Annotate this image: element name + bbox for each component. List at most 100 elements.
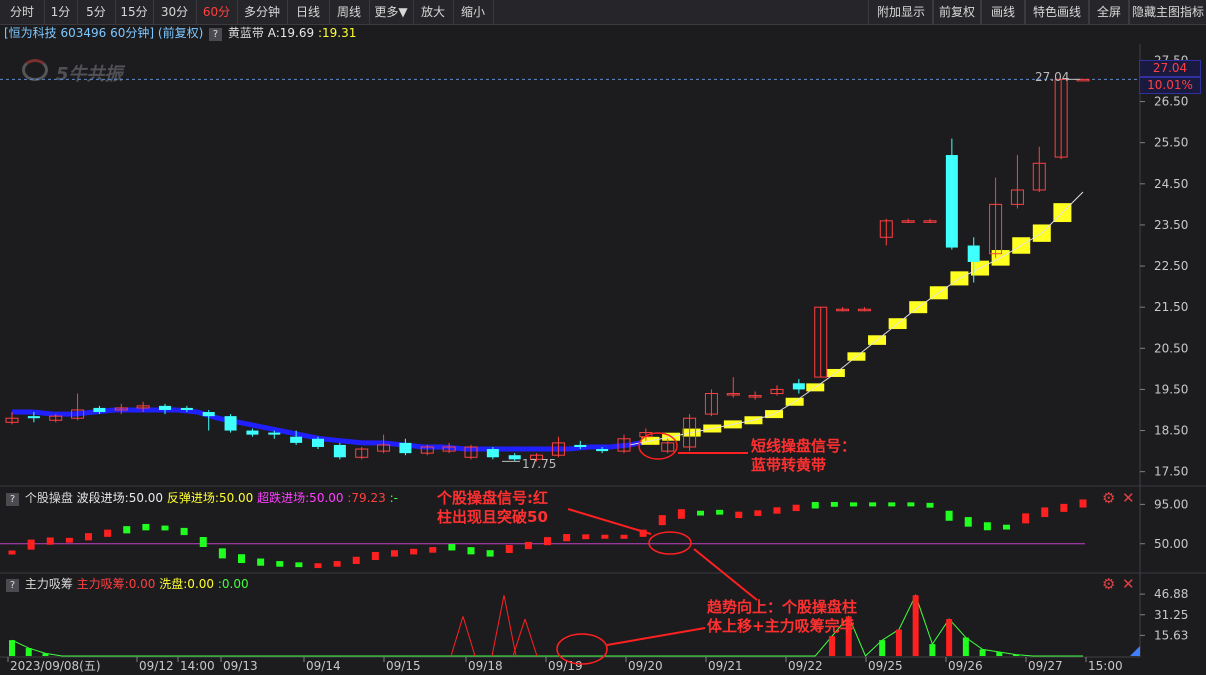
panel2-l3: 超跌进场:50.00 — [257, 491, 344, 505]
panel3-line — [11, 593, 1083, 657]
panel2-l5: :- — [389, 491, 398, 505]
annotation-trend-line1: 趋势向上：个股操盘柱 — [707, 598, 858, 616]
panel3-help-icon[interactable]: ? — [6, 579, 19, 592]
panel2-settings-icon[interactable]: ⚙ — [1102, 489, 1115, 507]
panel3-tick-label: 46.88 — [1154, 587, 1188, 601]
candle-down — [967, 245, 980, 262]
panel2-bar — [869, 502, 877, 507]
candle-down — [159, 405, 171, 410]
panel2-bar — [429, 547, 437, 553]
candle-down — [224, 416, 237, 431]
blue-band-segment — [238, 419, 260, 429]
panel3-settings-icon[interactable]: ⚙ — [1102, 575, 1115, 593]
x-tick-label: 09/19 — [548, 659, 583, 673]
panel2-bar — [773, 507, 781, 514]
panel3-spike-line — [450, 616, 464, 657]
x-tick-label: 09/22 — [788, 659, 823, 673]
candle-down — [945, 155, 958, 248]
panel2-bar — [1060, 503, 1068, 512]
chart-canvas[interactable]: 27.5026.5025.5024.5023.5022.5021.5020.50… — [0, 0, 1206, 675]
panel2-bar — [601, 534, 609, 539]
panel3-bar — [996, 652, 1003, 656]
panel3-bar — [962, 637, 969, 656]
candle-down — [268, 432, 281, 435]
panel2-l1: 波段进场:50.00 — [76, 491, 164, 505]
annotation-stock-line2: 柱出现且突破50 — [437, 508, 548, 526]
panel2-bar — [65, 537, 73, 543]
annotation-pointer-4 — [606, 627, 706, 646]
panel2-info: ? 个股操盘 波段进场:50.00 反弹进场:50.00 超跌进场:50.00 … — [4, 490, 398, 506]
panel3-bar — [828, 636, 835, 656]
panel3-spike-line — [512, 618, 526, 657]
panel2-bar — [582, 534, 590, 540]
panel3-bar — [25, 648, 32, 656]
candle-down — [93, 407, 106, 413]
panel3-spike-line — [491, 595, 505, 657]
y-tick-label: 20.50 — [1154, 341, 1188, 355]
panel2-bar — [964, 517, 972, 527]
y-tick-label: 18.50 — [1154, 424, 1188, 438]
candle-down — [312, 438, 324, 447]
panel2-bar — [371, 552, 379, 560]
panel2-bar — [1003, 524, 1010, 530]
panel2-bar — [276, 561, 284, 567]
panel3-l3: :0.00 — [217, 577, 249, 591]
panel2-bar — [352, 556, 360, 564]
candle-down — [596, 449, 609, 452]
panel2-bar — [123, 526, 131, 534]
panel2-close-icon[interactable]: ✕ — [1122, 489, 1135, 507]
candle-down — [486, 449, 499, 458]
panel2-bar — [180, 527, 188, 536]
panel2-name[interactable]: 个股操盘 — [25, 491, 73, 505]
panel2-bar — [677, 509, 685, 519]
x-tick-label: 09/21 — [708, 659, 743, 673]
candle-down — [792, 383, 805, 390]
panel2-l2: 反弹进场:50.00 — [166, 491, 254, 505]
panel2-bar — [27, 539, 35, 550]
panel2-bar — [85, 533, 92, 541]
panel2-bar — [199, 537, 207, 547]
y-tick-label: 21.50 — [1154, 300, 1188, 314]
x-tick-label: 09/18 — [468, 659, 503, 673]
y-tick-label: 25.50 — [1154, 136, 1188, 150]
panel2-bar — [448, 544, 456, 551]
panel2-bar — [161, 525, 169, 531]
y-tick-label: 23.50 — [1154, 218, 1188, 232]
x-tick-label: 09/27 — [1028, 659, 1063, 673]
panel3-spike-line — [462, 616, 476, 657]
panel2-bar — [735, 511, 743, 519]
panel3-tick-label: 31.25 — [1154, 608, 1188, 622]
y-tick-label: 17.50 — [1154, 465, 1188, 479]
candle-down — [180, 407, 193, 410]
candle-down — [27, 416, 40, 419]
panel2-bar — [295, 562, 303, 568]
panel3-close-icon[interactable]: ✕ — [1122, 575, 1135, 593]
panel2-bar — [754, 510, 762, 516]
panel2-bar — [697, 510, 704, 516]
panel2-bar — [850, 502, 857, 507]
panel2-bar — [830, 501, 838, 507]
blue-band-segment — [341, 438, 363, 446]
panel3-bar — [42, 653, 49, 656]
panel2-bar — [1079, 499, 1087, 508]
panel2-bar — [467, 547, 475, 555]
candle-down — [333, 444, 346, 458]
blue-band-segment — [320, 436, 342, 444]
panel3-l1: 主力吸筹:0.00 — [76, 577, 156, 591]
candle-down — [508, 455, 521, 460]
panel2-bar — [410, 548, 418, 555]
panel2-help-icon[interactable]: ? — [6, 493, 19, 506]
panel2-bar — [563, 534, 571, 542]
panel3-bar — [1013, 654, 1020, 656]
annotation-short-line1: 短线操盘信号： — [751, 437, 857, 455]
panel3-bar — [895, 629, 902, 656]
panel3-name[interactable]: 主力吸筹 — [25, 577, 73, 591]
band-center-line — [629, 191, 1084, 446]
annotation-pointer-3 — [693, 548, 758, 601]
panel2-bar — [486, 550, 494, 557]
high-price-label: 27.04 — [1035, 70, 1070, 84]
panel2-bar — [505, 545, 513, 553]
annotation-stock-signal: 个股操盘信号:红 柱出现且突破50 — [437, 489, 548, 527]
panel2-bar — [333, 561, 341, 567]
low-price-label: 17.75 — [522, 457, 557, 471]
